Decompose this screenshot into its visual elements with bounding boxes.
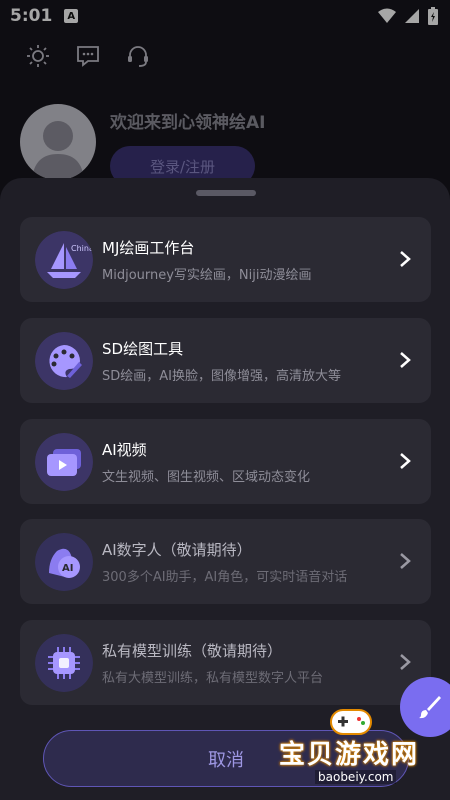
menu-item-subtitle: 300多个AI助手，AI角色，可实时语音对话 — [102, 570, 348, 585]
video-icon — [35, 433, 93, 491]
menu-item-subtitle: 文生视频、图生视频、区域动态变化 — [102, 470, 311, 485]
menu-item-title: 私有模型训练（敬请期待） — [102, 642, 283, 660]
menu-item-title: AI视频 — [102, 441, 147, 459]
ai-avatar-icon: AI — [35, 533, 93, 591]
watermark: 宝贝游戏网 baobeiy.com — [275, 704, 445, 794]
menu-item-subtitle: Midjourney写实绘画，Niji动漫绘画 — [102, 268, 312, 283]
chip-icon — [35, 634, 93, 692]
gamepad-logo-icon — [330, 709, 372, 735]
sheet-drag-handle[interactable] — [196, 190, 256, 196]
menu-item-title: AI数字人（敬请期待） — [102, 541, 252, 559]
watermark-url: baobeiy.com — [315, 770, 397, 784]
menu-item-subtitle: SD绘画，AI换脸，图像增强，高清放大等 — [102, 369, 341, 384]
svg-text:China: China — [71, 244, 93, 253]
menu-item-title: SD绘图工具 — [102, 340, 184, 358]
palette-icon — [35, 332, 93, 390]
chevron-right-icon — [400, 352, 411, 368]
watermark-text: 宝贝游戏网 — [279, 740, 420, 770]
chevron-right-icon — [400, 453, 411, 469]
menu-item-title: MJ绘画工作台 — [102, 239, 195, 257]
svg-text:AI: AI — [62, 563, 73, 574]
menu-item-private-model[interactable]: 私有模型训练（敬请期待） 私有大模型训练，私有模型数字人平台 — [20, 620, 431, 705]
menu-item-sd[interactable]: SD绘图工具 SD绘画，AI换脸，图像增强，高清放大等 — [20, 318, 431, 403]
menu-item-ai-digital-human[interactable]: AI AI数字人（敬请期待） 300多个AI助手，AI角色，可实时语音对话 — [20, 519, 431, 604]
chevron-right-icon — [400, 553, 411, 569]
menu-item-ai-video[interactable]: AI视频 文生视频、图生视频、区域动态变化 — [20, 419, 431, 504]
sailboat-icon: China — [35, 231, 93, 289]
chevron-right-icon — [400, 654, 411, 670]
menu-item-subtitle: 私有大模型训练，私有模型数字人平台 — [102, 671, 324, 686]
menu-item-mj[interactable]: China MJ绘画工作台 Midjourney写实绘画，Niji动漫绘画 — [20, 217, 431, 302]
chevron-right-icon — [400, 251, 411, 267]
